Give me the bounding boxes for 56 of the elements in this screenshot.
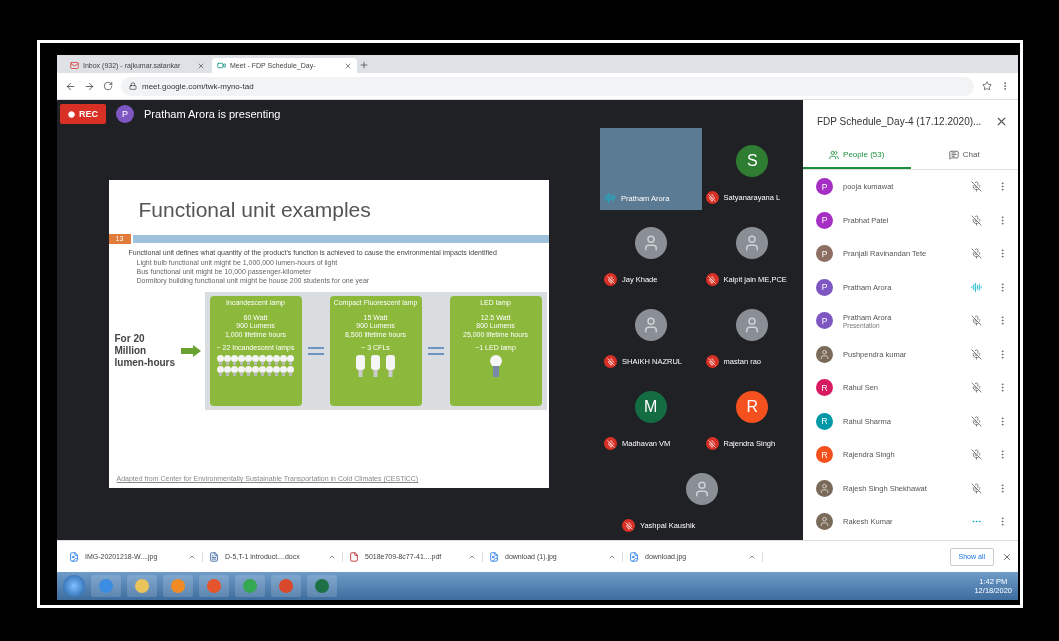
avatar-photo (685, 473, 718, 505)
avatar-letter: P (816, 245, 833, 263)
taskbar-app-icon[interactable] (271, 575, 301, 597)
avatar-letter: P (816, 312, 833, 330)
image-file-icon (489, 551, 499, 562)
new-tab-icon[interactable] (359, 60, 369, 70)
panel-title: FDP Schedule_Day-4 (17.12.2020)... (817, 115, 982, 127)
avatar-letter: R (736, 391, 769, 423)
avatar-letter: R (816, 379, 833, 397)
slide-title: Functional unit examples (137, 198, 372, 222)
presenting-text: Pratham Arora is presenting (144, 108, 281, 120)
close-icon[interactable] (197, 61, 205, 70)
start-button[interactable] (63, 575, 85, 597)
slide-lead-text: For 20 Million lumen-hours (114, 333, 177, 370)
address-bar[interactable]: meet.google.com/twk-myno-tad (121, 76, 974, 96)
image-file-icon (69, 551, 79, 562)
people-icon (829, 149, 840, 160)
avatar-letter: M (634, 391, 667, 423)
pdf-file-icon (349, 551, 359, 562)
avatar-photo (634, 309, 667, 341)
arrow-icon (180, 345, 201, 358)
forward-icon[interactable] (84, 80, 95, 92)
document-icon (209, 551, 219, 562)
avatar-photo (736, 227, 769, 259)
video-camera-icon (217, 61, 226, 70)
avatar-letter: P (816, 178, 833, 196)
taskbar-app-icon[interactable] (127, 575, 157, 597)
back-icon[interactable] (65, 80, 76, 92)
avatar-photo (816, 513, 833, 531)
avatar-letter: P (816, 211, 833, 229)
panel-tab[interactable]: People (53) (803, 142, 911, 169)
bulb-drawing (489, 355, 502, 378)
avatar-letter: R (816, 412, 833, 430)
recording-badge: REC (60, 104, 106, 124)
close-icon[interactable] (1002, 551, 1012, 562)
chat-icon (948, 149, 959, 160)
close-icon[interactable] (344, 61, 352, 70)
image-file-icon (629, 551, 639, 562)
avatar-photo (736, 309, 769, 341)
taskbar-app-icon[interactable] (307, 575, 337, 597)
bookmark-star-icon[interactable] (982, 81, 992, 91)
panel-tab[interactable]: Chat (910, 142, 1018, 169)
reload-icon[interactable] (103, 81, 113, 91)
bulbs-drawing (355, 355, 396, 378)
avatar-photo (634, 227, 667, 259)
equals-icon (427, 347, 444, 356)
avatar-letter: R (816, 446, 833, 464)
avatar-letter: P (816, 278, 833, 296)
equals-icon (307, 347, 324, 356)
lock-icon (129, 82, 137, 90)
mail-icon (70, 61, 79, 70)
avatar-photo (816, 345, 833, 363)
presenter-avatar: P (116, 105, 134, 123)
avatar-photo (816, 479, 833, 497)
taskbar-app-icon[interactable] (199, 575, 229, 597)
avatar-letter: S (736, 145, 769, 177)
